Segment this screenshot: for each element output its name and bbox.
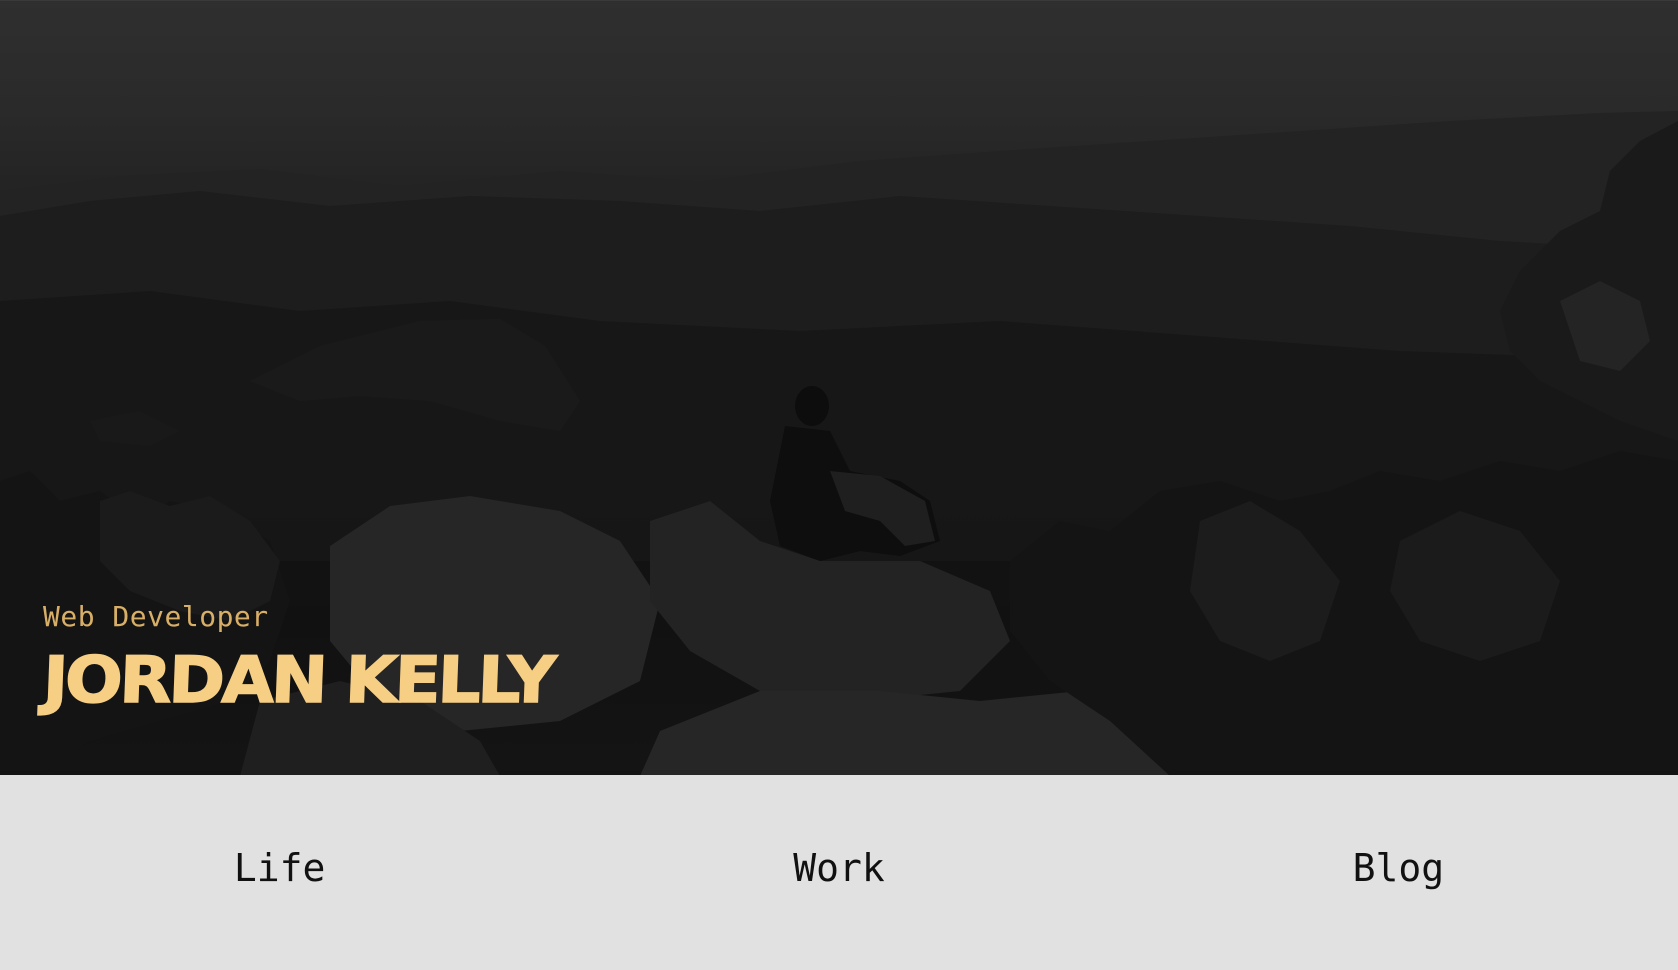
- job-title: Web Developer: [43, 600, 269, 633]
- nav-link-blog[interactable]: Blog: [1119, 846, 1678, 900]
- person-name: JORDAN KELLY: [41, 643, 555, 719]
- hero-section: Web Developer JORDAN KELLY: [0, 0, 1678, 775]
- nav-link-life[interactable]: Life: [0, 846, 559, 900]
- hero-text: Web Developer JORDAN KELLY: [41, 597, 555, 719]
- nav-link-work[interactable]: Work: [559, 846, 1118, 900]
- main-nav: Life Work Blog: [0, 775, 1678, 970]
